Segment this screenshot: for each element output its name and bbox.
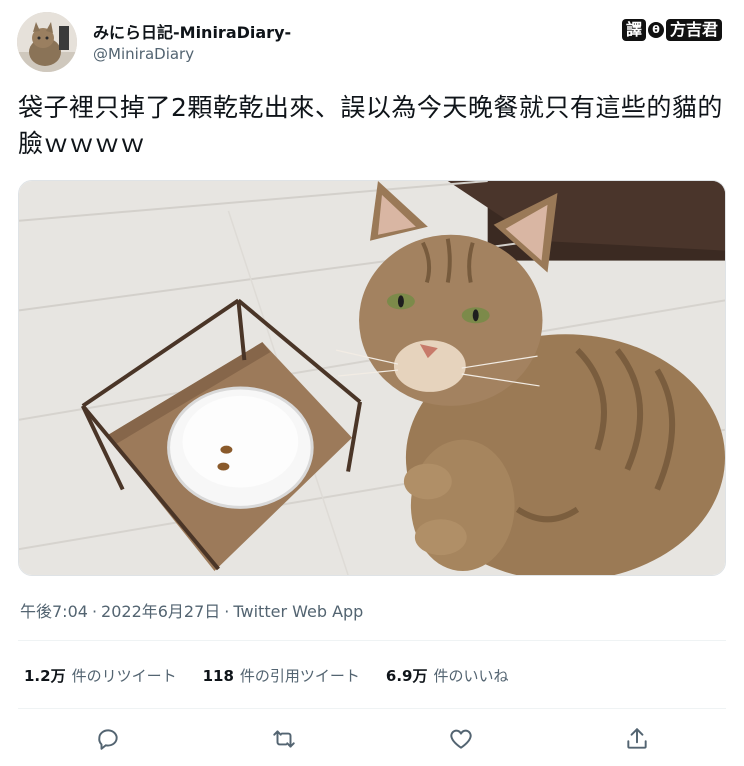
watermark-part-2: θ — [647, 22, 664, 38]
divider — [18, 640, 726, 641]
stat-label: 件のいいね — [433, 667, 509, 685]
divider — [18, 708, 726, 709]
share-icon — [627, 728, 647, 749]
tweet-meta: 午後7:04 · 2022年6月27日 · Twitter Web App — [20, 598, 363, 622]
tweet-text: 袋子裡只掉了2顆乾乾出來、誤以為今天晚餐就只有這些的貓的臉ｗｗｗｗ — [18, 93, 723, 158]
author-handle[interactable]: @MiniraDiary — [93, 45, 194, 63]
like-button[interactable] — [446, 724, 476, 754]
quote-tweet-count[interactable]: 118 件の引用ツイート — [203, 665, 360, 686]
watermark-part-1: 譯 — [621, 19, 646, 41]
retweet-count[interactable]: 1.2万 件のリツイート — [24, 665, 177, 686]
watermark-part-3: 方吉君 — [665, 19, 722, 41]
avatar-cat-image — [17, 12, 77, 72]
retweet-icon — [273, 730, 295, 748]
retweet-button[interactable] — [269, 724, 299, 754]
tweet-stats: 1.2万 件のリツイート 118 件の引用ツイート 6.9万 件のいいね — [24, 665, 509, 686]
stat-value: 118 — [202, 667, 234, 685]
tweet-card: みにら日記-MiniraDiary- @MiniraDiary 譯 θ 方吉君 … — [0, 0, 744, 766]
author-display-name[interactable]: みにら日記-MiniraDiary- — [93, 19, 291, 43]
stat-label: 件のリツイート — [71, 667, 177, 685]
heart-icon — [450, 729, 472, 749]
share-button[interactable] — [622, 724, 652, 754]
stat-value: 1.2万 — [24, 667, 66, 685]
like-count[interactable]: 6.9万 件のいいね — [386, 665, 509, 686]
cat-with-bowl-image — [19, 181, 725, 575]
reply-button[interactable] — [93, 724, 123, 754]
stat-value: 6.9万 — [385, 667, 428, 685]
translator-watermark: 譯 θ 方吉君 — [621, 18, 722, 42]
tweet-photo[interactable] — [18, 180, 726, 576]
stat-label: 件の引用ツイート — [239, 667, 360, 685]
tweet-source[interactable]: Twitter Web App — [233, 602, 363, 621]
tweet-date[interactable]: 2022年6月27日 — [101, 602, 220, 621]
reply-icon — [98, 729, 118, 750]
tweet-time[interactable]: 午後7:04 — [20, 602, 88, 621]
meta-separator: · — [224, 602, 230, 621]
avatar[interactable] — [17, 12, 77, 72]
meta-separator: · — [91, 602, 98, 621]
